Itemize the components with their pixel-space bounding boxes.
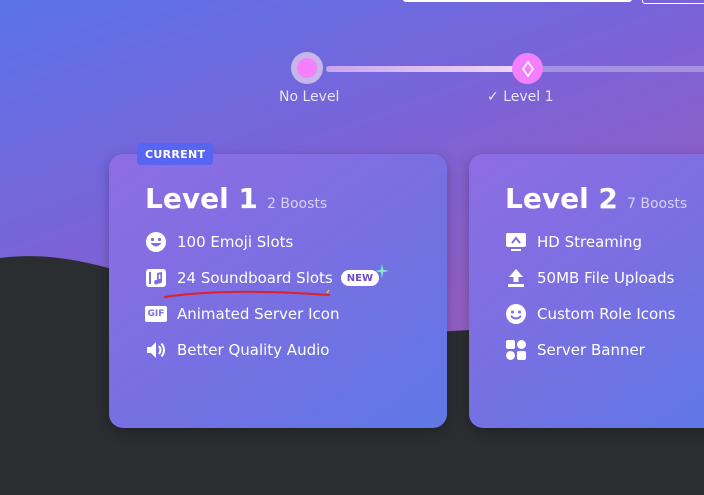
level-label-1-text: Level 1 [503, 89, 554, 105]
perk-emoji-slots: 100 Emoji Slots [145, 230, 293, 254]
level-label-none: No Level [279, 89, 340, 105]
upload-icon [505, 267, 527, 289]
gif-icon-text: GIF [145, 306, 167, 322]
perk-label: HD Streaming [537, 233, 643, 251]
level-node-1[interactable] [512, 53, 543, 84]
boost-gem-icon [521, 60, 534, 77]
perk-file-uploads: 50MB File Uploads [505, 266, 674, 290]
top-action-button[interactable] [403, 0, 632, 2]
role-icon [505, 303, 527, 325]
progress-track-filled [326, 66, 516, 72]
top-secondary-button[interactable] [642, 0, 704, 4]
speaker-icon [145, 339, 167, 361]
card-title: Level 1 2 Boosts [145, 182, 327, 215]
perk-label: 100 Emoji Slots [177, 233, 294, 251]
perk-label: Animated Server Icon [177, 305, 340, 323]
perk-label: Custom Role Icons [537, 305, 676, 323]
perk-label: 24 Soundboard Slots [177, 269, 333, 287]
streaming-icon [505, 231, 527, 253]
level-1-card: Level 1 2 Boosts 100 Emoji Slots 24 Soun… [109, 154, 447, 428]
check-icon: ✓ [487, 89, 499, 105]
emoji-icon [145, 231, 167, 253]
perk-soundboard-slots: 24 Soundboard Slots NEW [145, 264, 389, 290]
level-label-1: ✓ Level 1 [487, 89, 554, 105]
perk-hd-streaming: HD Streaming [505, 230, 642, 254]
perk-label: Server Banner [537, 341, 645, 359]
current-badge: CURRENT [137, 143, 214, 165]
soundboard-icon [145, 267, 167, 289]
perk-role-icons: Custom Role Icons [505, 302, 676, 326]
card-title: Level 2 7 Boosts [505, 182, 687, 215]
level-node-none[interactable] [291, 52, 323, 84]
level-node-none-dot [297, 58, 317, 78]
perk-server-banner: Server Banner [505, 338, 645, 362]
sparkle-icon [374, 264, 389, 278]
perk-audio-quality: Better Quality Audio [145, 338, 329, 362]
level-title: Level 1 [145, 182, 258, 215]
gif-icon: GIF [145, 303, 167, 325]
banner-icon [505, 339, 527, 361]
new-badge: NEW [340, 270, 379, 286]
boosts-count: 2 Boosts [267, 196, 328, 212]
level-2-card: Level 2 7 Boosts HD Streaming 50MB File … [469, 154, 704, 428]
level-title: Level 2 [505, 182, 618, 215]
red-annotation-underline [164, 289, 330, 298]
progress-track-remaining [540, 66, 704, 72]
perk-animated-icon: GIF Animated Server Icon [145, 302, 339, 326]
perk-label: Better Quality Audio [177, 341, 330, 359]
boosts-count: 7 Boosts [627, 196, 688, 212]
perk-label: 50MB File Uploads [537, 269, 675, 287]
